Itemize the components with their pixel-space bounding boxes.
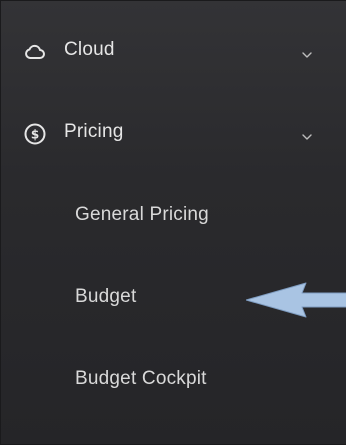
dollar-circle-icon: $ (23, 122, 47, 146)
sidebar-item-label: General Pricing (75, 204, 209, 225)
sidebar-item-general-pricing[interactable]: General Pricing (1, 185, 346, 245)
sidebar-group-label: Cloud (64, 39, 115, 60)
sidebar-item-label: Budget (75, 286, 137, 307)
sidebar-item-budget-cockpit[interactable]: Budget Cockpit (1, 349, 346, 409)
svg-text:$: $ (31, 128, 39, 142)
sidebar-panel: Cloud $ Pricing General Pricing Budget B… (0, 0, 346, 445)
sidebar-group-cloud[interactable]: Cloud (1, 21, 346, 81)
chevron-down-icon (301, 47, 313, 58)
cloud-icon (23, 40, 47, 64)
chevron-down-icon (301, 129, 313, 140)
sidebar-group-pricing[interactable]: $ Pricing (1, 103, 346, 163)
sidebar-item-label: Budget Cockpit (75, 368, 207, 389)
sidebar-group-label: Pricing (64, 121, 124, 142)
arrow-left-icon (245, 281, 346, 319)
